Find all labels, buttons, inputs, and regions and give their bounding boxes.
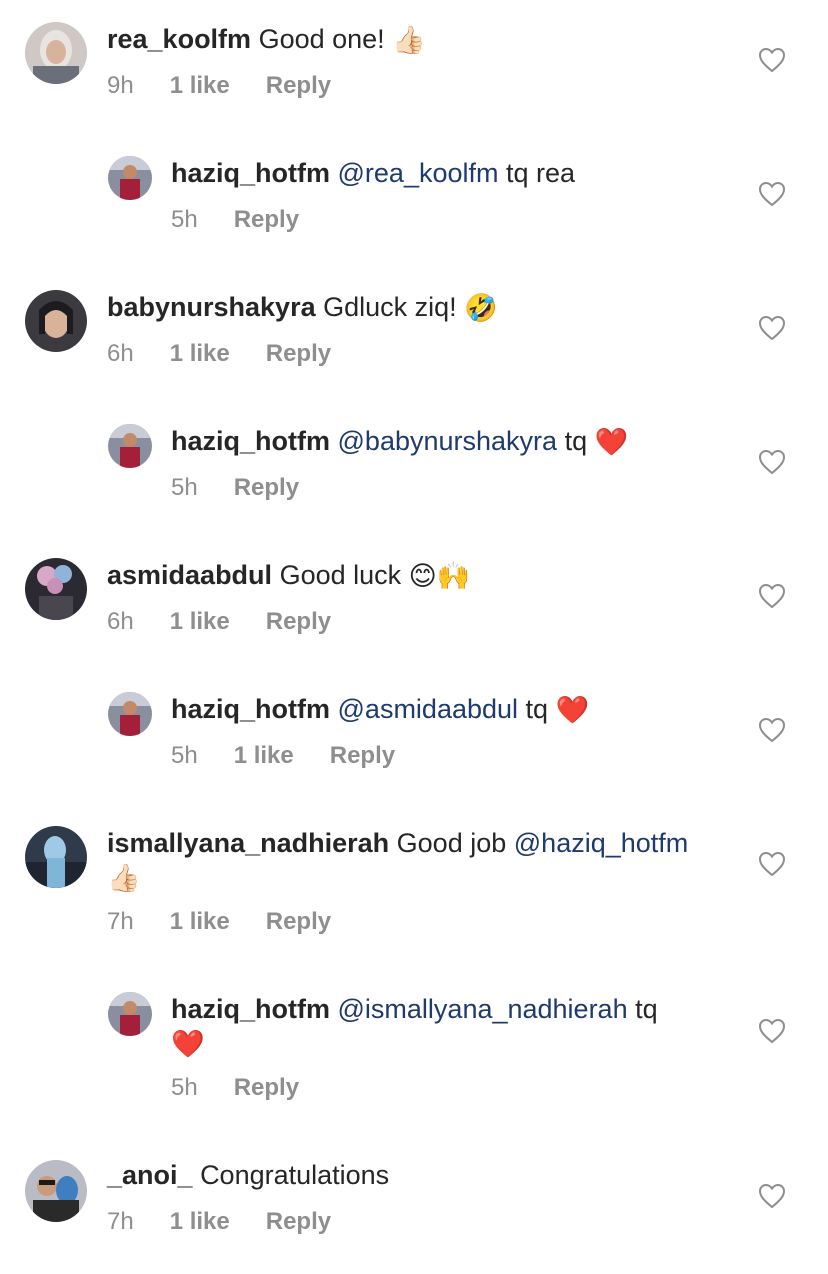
comment-body: Good job <box>396 828 507 858</box>
comment-username[interactable]: haziq_hotfm <box>171 426 330 456</box>
comment-likes[interactable]: 1 like <box>170 340 230 368</box>
comment-time: 5h <box>171 474 198 501</box>
comment-time: 5h <box>171 742 198 769</box>
avatar[interactable] <box>108 692 152 736</box>
comment-time: 9h <box>107 72 134 99</box>
comment-username[interactable]: babynurshakyra <box>107 292 316 322</box>
red-heart-emoji: ❤️ <box>171 1029 205 1061</box>
mention-link[interactable]: @haziq_hotfm <box>514 828 689 858</box>
comment-username[interactable]: haziq_hotfm <box>171 994 330 1024</box>
reply-button[interactable]: Reply <box>330 742 395 770</box>
reply-item: haziq_hotfm @rea_koolfm tq rea 5h Reply <box>0 134 828 268</box>
avatar[interactable] <box>108 424 152 468</box>
comment-username[interactable]: ismallyana_nadhierah <box>107 828 389 858</box>
mention-link[interactable]: @babynurshakyra <box>338 426 558 456</box>
comment-item: _anoi_ Congratulations 7h 1 like Reply <box>0 1138 828 1274</box>
comment-time: 7h <box>107 1208 134 1235</box>
reply-button[interactable]: Reply <box>266 608 331 636</box>
reply-button[interactable]: Reply <box>266 1208 331 1236</box>
comment-body: tq <box>525 694 549 724</box>
comment-text: ismallyana_nadhierah Good job @haziq_hot… <box>107 826 727 894</box>
heart-icon[interactable] <box>758 1183 786 1209</box>
comment-time: 6h <box>107 608 134 635</box>
comment-username[interactable]: rea_koolfm <box>107 24 251 54</box>
reply-button[interactable]: Reply <box>234 206 299 234</box>
comment-username[interactable]: _anoi_ <box>107 1160 193 1190</box>
comment-text: asmidaabdul Good luck 😊🙌 <box>107 558 470 592</box>
smile-raised-hands-emoji: 😊🙌 <box>408 561 471 593</box>
comment-body: Congratulations <box>200 1160 390 1190</box>
reply-button[interactable]: Reply <box>266 908 331 936</box>
reply-item: haziq_hotfm @asmidaabdul tq ❤️ 5h 1 like R… <box>0 670 828 804</box>
comment-body: tq <box>564 426 588 456</box>
thumbs-up-emoji: 👍🏻 <box>392 25 426 57</box>
comment-time: 6h <box>107 340 134 367</box>
comment-body: Gdluck ziq! <box>323 292 457 322</box>
mention-link[interactable]: @rea_koolfm <box>338 158 499 188</box>
comment-username[interactable]: asmidaabdul <box>107 560 272 590</box>
heart-icon[interactable] <box>758 449 786 475</box>
comment-time: 7h <box>107 908 134 935</box>
heart-icon[interactable] <box>758 181 786 207</box>
comment-text: rea_koolfm Good one! 👍🏻 <box>107 22 426 56</box>
avatar[interactable] <box>108 992 152 1036</box>
comment-text: haziq_hotfm @babynurshakyra tq ❤️ <box>171 424 628 458</box>
reply-button[interactable]: Reply <box>234 1074 299 1102</box>
comment-body: Good one! <box>258 24 385 54</box>
avatar[interactable] <box>25 558 87 620</box>
heart-icon[interactable] <box>758 583 786 609</box>
comment-text: haziq_hotfm @asmidaabdul tq ❤️ <box>171 692 589 726</box>
comment-item: asmidaabdul Good luck 😊🙌 6h 1 like Reply <box>0 536 828 670</box>
comment-text: babynurshakyra Gdluck ziq! 🤣 <box>107 290 498 324</box>
reply-button[interactable]: Reply <box>266 340 331 368</box>
heart-icon[interactable] <box>758 47 786 73</box>
reply-item: haziq_hotfm @ismallyana_nadhierah tq ❤️ … <box>0 972 828 1138</box>
comment-meta: 6h 1 like Reply <box>107 608 367 636</box>
heart-icon[interactable] <box>758 717 786 743</box>
comment-likes[interactable]: 1 like <box>170 908 230 936</box>
comment-meta: 5h 1 like Reply <box>171 742 431 770</box>
avatar[interactable] <box>25 826 87 888</box>
heart-icon[interactable] <box>758 851 786 877</box>
comment-body: tq rea <box>506 158 576 188</box>
comment-item: babynurshakyra Gdluck ziq! 🤣 6h 1 like Rep… <box>0 268 828 402</box>
comment-likes[interactable]: 1 like <box>234 742 294 770</box>
comment-meta: 6h 1 like Reply <box>107 340 367 368</box>
comment-meta: 5h Reply <box>171 474 335 502</box>
comment-meta: 7h 1 like Reply <box>107 908 367 936</box>
reply-item: haziq_hotfm @babynurshakyra tq ❤️ 5h Repl… <box>0 402 828 536</box>
heart-icon[interactable] <box>758 1018 786 1044</box>
comment-time: 5h <box>171 1074 198 1101</box>
comment-text: haziq_hotfm @ismallyana_nadhierah tq ❤️ <box>171 992 711 1060</box>
comment-username[interactable]: haziq_hotfm <box>171 158 330 188</box>
comment-meta: 9h 1 like Reply <box>107 72 367 100</box>
laughing-emoji: 🤣 <box>464 293 498 325</box>
heart-icon[interactable] <box>758 315 786 341</box>
comment-time: 5h <box>171 206 198 233</box>
comment-meta: 7h 1 like Reply <box>107 1208 367 1236</box>
red-heart-emoji: ❤️ <box>594 427 629 459</box>
mention-link[interactable]: @asmidaabdul <box>338 694 519 724</box>
comment-likes[interactable]: 1 like <box>170 72 230 100</box>
comment-meta: 5h Reply <box>171 1074 335 1102</box>
mention-link[interactable]: @ismallyana_nadhierah <box>338 994 628 1024</box>
comment-text: _anoi_ Congratulations <box>107 1158 389 1192</box>
comment-item: ismallyana_nadhierah Good job @haziq_hot… <box>0 804 828 972</box>
comment-username[interactable]: haziq_hotfm <box>171 694 330 724</box>
comment-likes[interactable]: 1 like <box>170 608 230 636</box>
comment-meta: 5h Reply <box>171 206 335 234</box>
avatar[interactable] <box>25 22 87 84</box>
comment-body: Good luck <box>279 560 402 590</box>
comment-item: rea_koolfm Good one! 👍🏻 9h 1 like Reply <box>0 0 828 134</box>
thumbs-up-emoji: 👍🏻 <box>107 863 141 895</box>
comment-likes[interactable]: 1 like <box>170 1208 230 1236</box>
reply-button[interactable]: Reply <box>234 474 299 502</box>
avatar[interactable] <box>25 290 87 352</box>
reply-button[interactable]: Reply <box>266 72 331 100</box>
comment-text: haziq_hotfm @rea_koolfm tq rea <box>171 156 575 190</box>
avatar[interactable] <box>108 156 152 200</box>
red-heart-emoji: ❤️ <box>555 695 590 727</box>
avatar[interactable] <box>25 1160 87 1222</box>
comment-body: tq <box>635 994 658 1024</box>
